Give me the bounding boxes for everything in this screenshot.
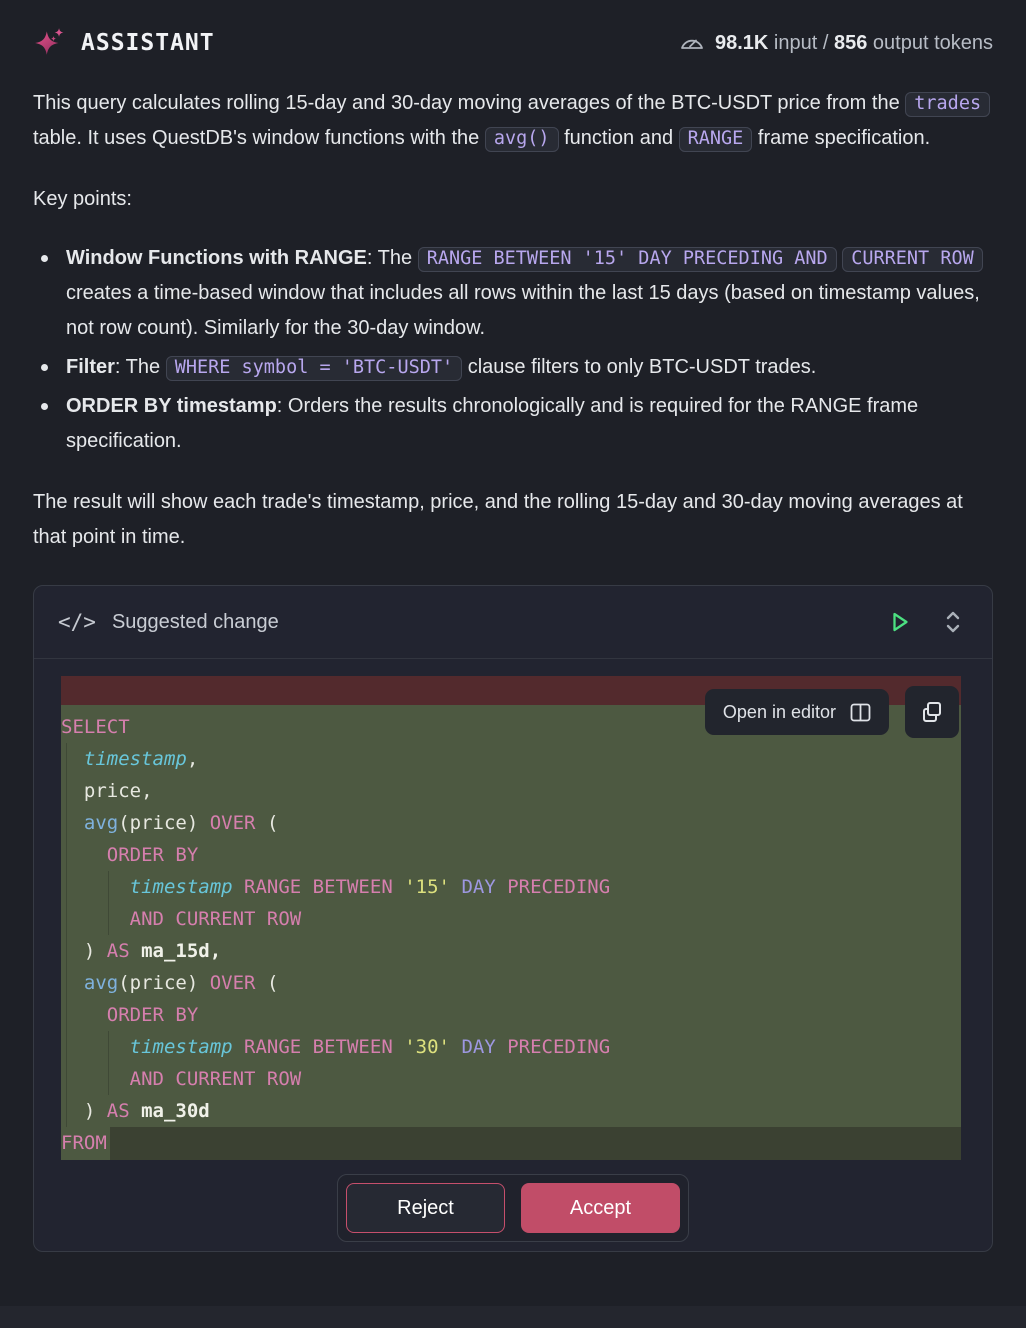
accept-button[interactable]: Accept bbox=[521, 1183, 680, 1233]
gauge-icon bbox=[679, 32, 705, 54]
intro-text-2: table. It uses QuestDB's window function… bbox=[33, 127, 485, 149]
inline-code-range: RANGE bbox=[679, 127, 753, 152]
code-lines: SELECT timestamp, price, avg(price) OVER… bbox=[61, 711, 961, 1127]
inline-code-current-row: CURRENT ROW bbox=[842, 247, 983, 272]
code-diff-viewer[interactable]: SELECT timestamp, price, avg(price) OVER… bbox=[61, 676, 961, 1160]
indent-guide bbox=[108, 1031, 109, 1095]
chevron-up-down-icon bbox=[942, 608, 964, 636]
suggested-change-panel: </> Suggested change bbox=[33, 585, 993, 1252]
suggested-change-header: </> Suggested change bbox=[34, 586, 992, 659]
run-query-button[interactable] bbox=[883, 605, 916, 639]
split-editor-icon bbox=[850, 703, 871, 722]
intro-text-4: frame specification. bbox=[752, 127, 930, 149]
list-item: Filter: The WHERE symbol = 'BTC-USDT' cl… bbox=[33, 350, 993, 385]
list-item: Window Functions with RANGE: The RANGE B… bbox=[33, 241, 993, 346]
open-in-editor-label: Open in editor bbox=[723, 702, 836, 723]
sparkle-assistant-icon bbox=[33, 26, 67, 60]
inline-code-range-between: RANGE BETWEEN '15' DAY PRECEDING AND bbox=[418, 247, 837, 272]
bullet-icon bbox=[41, 403, 48, 410]
bullet-filter: Filter: The WHERE symbol = 'BTC-USDT' cl… bbox=[66, 350, 816, 385]
bullet-icon bbox=[41, 364, 48, 371]
intro-text-3: function and bbox=[559, 127, 679, 149]
token-usage: 98.1K input / 856 output tokens bbox=[679, 32, 993, 55]
code-current-line: FROM bbox=[61, 1127, 961, 1160]
inline-code-trades: trades bbox=[905, 92, 990, 117]
bullet-order-by: ORDER BY timestamp: Orders the results c… bbox=[66, 389, 993, 459]
closing-paragraph: The result will show each trade's timest… bbox=[33, 485, 993, 555]
code-tag-icon: </> bbox=[58, 610, 96, 634]
copy-icon bbox=[920, 700, 944, 724]
bullet-window-functions: Window Functions with RANGE: The RANGE B… bbox=[66, 241, 993, 346]
collapse-expand-button[interactable] bbox=[938, 604, 968, 640]
intro-paragraph: This query calculates rolling 15-day and… bbox=[33, 86, 993, 156]
reject-button[interactable]: Reject bbox=[346, 1183, 505, 1233]
key-points-list: Window Functions with RANGE: The RANGE B… bbox=[33, 241, 993, 459]
indent-guide bbox=[66, 743, 67, 1127]
copy-code-button[interactable] bbox=[905, 686, 959, 738]
intro-text-1: This query calculates rolling 15-day and… bbox=[33, 92, 905, 114]
play-icon bbox=[887, 609, 912, 635]
code-from-keyword: FROM bbox=[61, 1127, 110, 1160]
token-usage-text: 98.1K input / 856 output tokens bbox=[715, 32, 993, 55]
next-section-edge bbox=[0, 1306, 1026, 1328]
key-points-heading: Key points: bbox=[33, 182, 993, 217]
bullet-icon bbox=[41, 255, 48, 262]
inline-code-where: WHERE symbol = 'BTC-USDT' bbox=[166, 356, 462, 381]
indent-guide bbox=[108, 871, 109, 935]
diff-added-region: SELECT timestamp, price, avg(price) OVER… bbox=[61, 705, 961, 1127]
list-item: ORDER BY timestamp: Orders the results c… bbox=[33, 389, 993, 459]
suggested-change-title: Suggested change bbox=[112, 611, 279, 634]
inline-code-avg: avg() bbox=[485, 127, 559, 152]
open-in-editor-button[interactable]: Open in editor bbox=[705, 689, 889, 735]
assistant-message-header: ASSISTANT 98.1K input / 856 output token… bbox=[0, 0, 1026, 60]
accept-reject-toolbar: Reject Accept bbox=[337, 1174, 689, 1242]
assistant-role-title: ASSISTANT bbox=[81, 30, 215, 56]
